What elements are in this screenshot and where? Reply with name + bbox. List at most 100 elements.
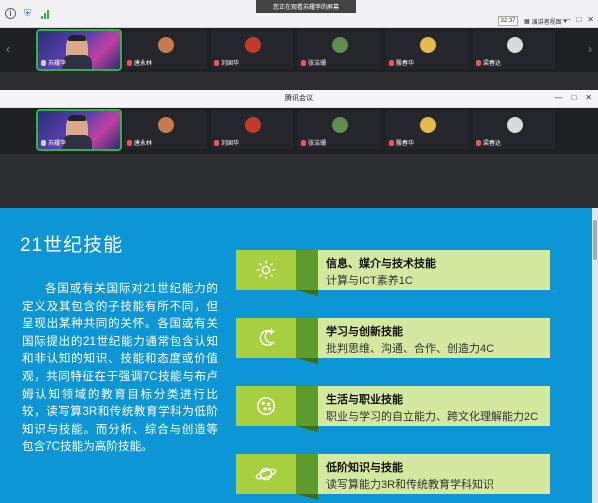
shield-icon[interactable]: ⛨	[22, 8, 33, 19]
screen-root: { "share_banner": "您正在观看苏耀李的屏幕", "top_ti…	[0, 0, 598, 503]
mic-muted-icon	[476, 139, 481, 146]
avatar	[420, 117, 436, 133]
mic-muted-icon	[389, 59, 394, 66]
participant-tile[interactable]: 殷春华	[386, 111, 468, 149]
slide-title: 21世纪技能	[20, 235, 124, 256]
minimize-icon[interactable]: —	[562, 15, 570, 24]
mic-muted-icon	[127, 59, 132, 66]
skill-card-basic: 低阶知识与技能 读写算能力3R和传统教育学科知识	[236, 454, 550, 500]
participant-tile[interactable]: 苏耀李	[36, 109, 122, 151]
skill-card-info: 信息、媒介与技术技能 计算与ICT素养1C	[236, 250, 550, 296]
presenter-view-button[interactable]: ▦ 演讲者视图 ▾	[524, 16, 567, 26]
participant-name-label: 张洁珊	[308, 141, 327, 147]
share-banner: 您正在观看苏耀李的屏幕	[256, 0, 356, 13]
participant-tile[interactable]: 张洁珊	[298, 111, 380, 149]
moon-icon	[259, 327, 276, 346]
participant-name: 唐永林	[127, 138, 152, 147]
avatar	[507, 117, 523, 133]
avatar	[420, 37, 436, 53]
background-gap	[0, 72, 598, 90]
participant-name: 梁春达	[476, 138, 501, 147]
participant-name-label: 苏耀李	[48, 141, 67, 147]
avatar	[332, 37, 348, 53]
participant-tile[interactable]: 苏耀李	[36, 29, 122, 71]
participant-video	[62, 115, 92, 149]
participant-name: 张洁珊	[301, 58, 326, 67]
sun-icon	[256, 260, 276, 280]
card-heading: 学习与创新技能	[326, 326, 403, 338]
participant-strip-top: ‹ › 苏耀李 唐永林 刘国华 张洁珊 殷春华 梁春达	[0, 28, 598, 72]
card-heading: 生活与职业技能	[326, 394, 403, 406]
participant-tile[interactable]: 张洁珊	[298, 31, 380, 69]
signal-icon[interactable]	[39, 8, 50, 19]
meeting-title-bar: 腾讯会议 — □ ✕	[0, 90, 598, 108]
shared-slide: 21世纪技能 各国或有关国际对21世纪能力的定义及其包含的子技能有所不同，但呈现…	[0, 208, 598, 503]
participant-tile[interactable]: 唐永林	[124, 31, 206, 69]
participant-name: 殷春华	[389, 58, 414, 67]
mic-muted-icon	[301, 139, 306, 146]
participant-name: 唐永林	[127, 58, 152, 67]
chevron-right-icon[interactable]: ›	[588, 42, 592, 56]
info-icon[interactable]: i	[5, 8, 16, 19]
mic-muted-icon	[214, 59, 219, 66]
card-subtext: 批判思维、沟通、合作、创造力4C	[326, 343, 495, 355]
mic-muted-icon	[127, 139, 132, 146]
participant-name-label: 苏耀李	[48, 61, 67, 67]
participant-name-label: 唐永林	[134, 61, 153, 67]
participant-name-label: 殷春华	[396, 141, 415, 147]
participant-name-label: 唐永林	[134, 141, 153, 147]
maximize-icon[interactable]: □	[571, 93, 576, 102]
vertical-scrollbar[interactable]	[592, 208, 598, 503]
presenter-view-label: 演讲者视图	[531, 19, 562, 26]
cookie-icon	[257, 397, 275, 415]
close-icon[interactable]: ✕	[587, 15, 594, 24]
participant-name-label: 梁春达	[483, 141, 502, 147]
minimize-icon[interactable]: —	[554, 93, 562, 102]
participant-name-label: 殷春华	[396, 61, 415, 67]
participant-name-label: 刘国华	[221, 141, 240, 147]
participant-tile[interactable]: 唐永林	[124, 111, 206, 149]
slide-body-text: 各国或有关国际对21世纪能力的定义及其包含的子技能有所不同，但呈现出某种共同的关…	[22, 282, 218, 454]
maximize-icon[interactable]: □	[576, 15, 581, 24]
scrollbar-thumb[interactable]	[593, 220, 597, 260]
participant-tile[interactable]: 梁春达	[473, 31, 555, 69]
participant-name-label: 梁春达	[483, 61, 502, 67]
card-subtext: 读写算能力3R和传统教育学科知识	[326, 479, 495, 491]
participant-tile[interactable]: 梁春达	[473, 111, 555, 149]
participant-tile[interactable]: 刘国华	[211, 31, 293, 69]
avatar	[158, 117, 174, 133]
card-fold	[296, 386, 318, 432]
chevron-left-icon[interactable]: ‹	[6, 42, 10, 56]
mic-muted-icon	[389, 139, 394, 146]
card-subtext: 职业与学习的自立能力、跨文化理解能力2C	[326, 411, 539, 423]
avatar	[507, 37, 523, 53]
participant-name: 刘国华	[214, 58, 239, 67]
participant-name-label: 刘国华	[221, 61, 240, 67]
window-title: 腾讯会议	[285, 95, 313, 102]
share-toolbar: i ⛨ 您正在观看苏耀李的屏幕 32:37 ▦ 演讲者视图 ▾ — □ ✕	[0, 0, 598, 28]
avatar	[158, 37, 174, 53]
participant-name: 刘国华	[214, 138, 239, 147]
mic-muted-icon	[41, 139, 46, 146]
participant-name: 苏耀李	[41, 58, 66, 67]
participant-name: 殷春华	[389, 138, 414, 147]
mic-muted-icon	[41, 59, 46, 66]
close-icon[interactable]: ✕	[585, 93, 592, 102]
card-fold	[296, 250, 318, 296]
avatar	[245, 117, 261, 133]
mic-muted-icon	[476, 59, 481, 66]
avatar	[332, 117, 348, 133]
mic-muted-icon	[214, 139, 219, 146]
grid-icon: ▦	[524, 18, 530, 25]
card-fold	[296, 318, 318, 364]
avatar	[245, 37, 261, 53]
participant-strip-bottom: 苏耀李 唐永林 刘国华 张洁珊 殷春华 梁春达	[0, 108, 598, 154]
card-heading: 信息、媒介与技术技能	[326, 258, 436, 270]
skill-card-learning: 学习与创新技能 批判思维、沟通、合作、创造力4C	[236, 318, 550, 364]
participant-video	[62, 35, 92, 69]
card-heading: 低阶知识与技能	[326, 462, 403, 474]
participant-name: 梁春达	[476, 58, 501, 67]
participant-tile[interactable]: 殷春华	[386, 31, 468, 69]
participant-tile[interactable]: 刘国华	[211, 111, 293, 149]
participant-name-label: 张洁珊	[308, 61, 327, 67]
